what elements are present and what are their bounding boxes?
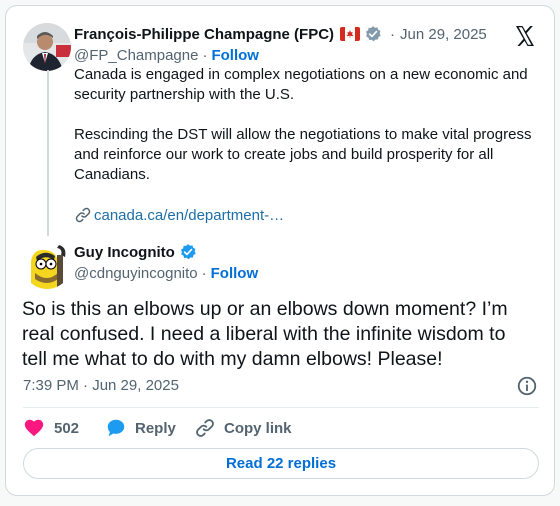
parent-author-name[interactable]: François-Philippe Champagne (FPC) — [74, 26, 334, 43]
x-logo-icon[interactable] — [513, 24, 537, 48]
verified-badge-icon — [179, 243, 197, 261]
reply-text-line: tell me what to do with my damn elbows! … — [22, 348, 443, 370]
avatar-guy-incognito[interactable] — [23, 241, 71, 289]
heart-icon — [23, 417, 45, 439]
reply-author-name[interactable]: Guy Incognito — [74, 244, 175, 261]
read-replies-label: Read 22 replies — [225, 455, 337, 472]
copy-link-button[interactable]: Copy link — [194, 416, 292, 440]
reply-text-line: real confused. I need a liberal with the… — [22, 323, 506, 345]
reply-bubble-icon — [105, 417, 127, 439]
reply-handle[interactable]: @cdnguyincognito — [74, 265, 198, 282]
canada-flag-icon — [340, 27, 361, 41]
like-button[interactable]: 502 — [23, 416, 79, 440]
reply-button[interactable]: Reply — [105, 416, 176, 440]
parent-date[interactable]: Jun 29, 2025 — [400, 26, 487, 43]
parent-tweet-text: Canada is engaged in complex negotiation… — [74, 65, 544, 185]
reply-text-line: So is this an elbows up or an elbows dow… — [22, 298, 508, 320]
embedded-tweet-card: François-Philippe Champagne (FPC) · Jun … — [5, 5, 555, 496]
reply-follow-button[interactable]: Follow — [211, 265, 259, 282]
read-replies-button[interactable]: Read 22 replies — [23, 448, 539, 479]
parent-follow-button[interactable]: Follow — [211, 47, 259, 64]
parent-text-line: Rescinding the DST will allow the negoti… — [74, 126, 532, 143]
reply-timestamp[interactable]: 7:39 PM · Jun 29, 2025 — [23, 377, 179, 394]
reply-tweet-text: So is this an elbows up or an elbows dow… — [22, 297, 542, 372]
parent-text-line: and reinforce our work to create jobs an… — [74, 146, 494, 163]
verified-badge-icon — [364, 25, 382, 43]
link-icon — [74, 206, 92, 224]
parent-link[interactable]: canada.ca/en/department-… — [74, 205, 284, 225]
copy-link-icon — [194, 417, 216, 439]
reply-label: Reply — [135, 419, 176, 437]
avatar-fp-champagne[interactable] — [23, 23, 71, 71]
parent-text-line: Canada is engaged in complex negotiation… — [74, 66, 528, 83]
parent-link-text[interactable]: canada.ca/en/department-… — [94, 207, 284, 224]
info-icon[interactable] — [516, 375, 538, 397]
parent-separator-dot: · — [390, 25, 396, 43]
thread-connector-line — [47, 70, 49, 236]
like-count: 502 — [54, 419, 80, 437]
parent-text-line: Canadians. — [74, 166, 150, 183]
parent-text-line: security partnership with the U.S. — [74, 86, 295, 103]
parent-handle[interactable]: @FP_Champagne — [74, 47, 198, 64]
copy-link-label: Copy link — [224, 419, 292, 437]
parent-follow-dot: · — [202, 46, 208, 64]
reply-follow-dot: · — [201, 264, 207, 282]
divider — [23, 407, 539, 408]
